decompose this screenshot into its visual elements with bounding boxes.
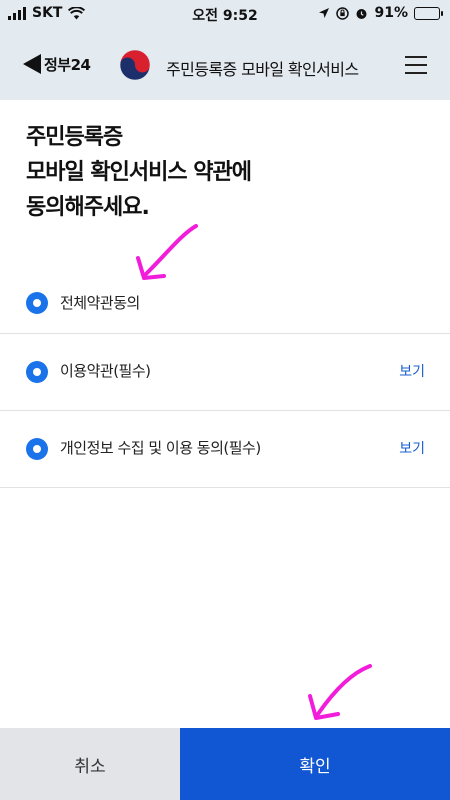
agreement-label: 개인정보 수집 및 이용 동의(필수) xyxy=(60,439,261,457)
status-right: 91% xyxy=(318,5,443,21)
back-triangle-icon xyxy=(23,54,41,74)
location-arrow-icon xyxy=(319,8,330,18)
agreement-terms-row[interactable]: 이용약관(필수) 보기 xyxy=(0,334,450,410)
radio-checked-icon[interactable] xyxy=(26,438,48,460)
view-privacy-link[interactable]: 보기 xyxy=(399,438,425,458)
divider xyxy=(0,487,450,488)
heading-line: 주민등록증 xyxy=(26,125,123,150)
terms-heading: 주민등록증 모바일 확인서비스 약관에 동의해주세요. xyxy=(26,120,426,225)
agreement-label: 이용약관(필수) xyxy=(60,362,151,380)
alarm-icon xyxy=(356,8,367,19)
agreement-privacy-row[interactable]: 개인정보 수집 및 이용 동의(필수) 보기 xyxy=(0,411,450,487)
agreement-label: 전체약관동의 xyxy=(60,294,140,312)
battery-icon xyxy=(414,6,443,20)
agreement-all-row[interactable]: 전체약관동의 xyxy=(0,273,450,333)
battery-percent: 91% xyxy=(374,5,408,21)
back-label: 정부24 xyxy=(44,55,91,74)
heading-line: 모바일 확인서비스 약관에 xyxy=(26,160,252,185)
cancel-button[interactable]: 취소 xyxy=(0,728,180,800)
radio-checked-icon[interactable] xyxy=(26,361,48,383)
confirm-button[interactable]: 확인 xyxy=(180,728,450,800)
hamburger-menu-icon[interactable] xyxy=(405,56,427,74)
radio-checked-icon[interactable] xyxy=(26,292,48,314)
taegeuk-emblem-icon xyxy=(119,49,151,81)
orientation-lock-icon xyxy=(336,6,350,20)
app-header: 정부24 주민등록증 모바일 확인서비스 xyxy=(0,26,450,100)
view-terms-link[interactable]: 보기 xyxy=(399,361,425,381)
back-button[interactable]: 정부24 xyxy=(22,53,91,75)
annotation-arrow-icon xyxy=(308,664,372,720)
heading-line: 동의해주세요. xyxy=(26,195,150,220)
status-bar: SKT 오전 9:52 91% xyxy=(0,0,450,26)
page-title: 주민등록증 모바일 확인서비스 xyxy=(166,60,359,79)
